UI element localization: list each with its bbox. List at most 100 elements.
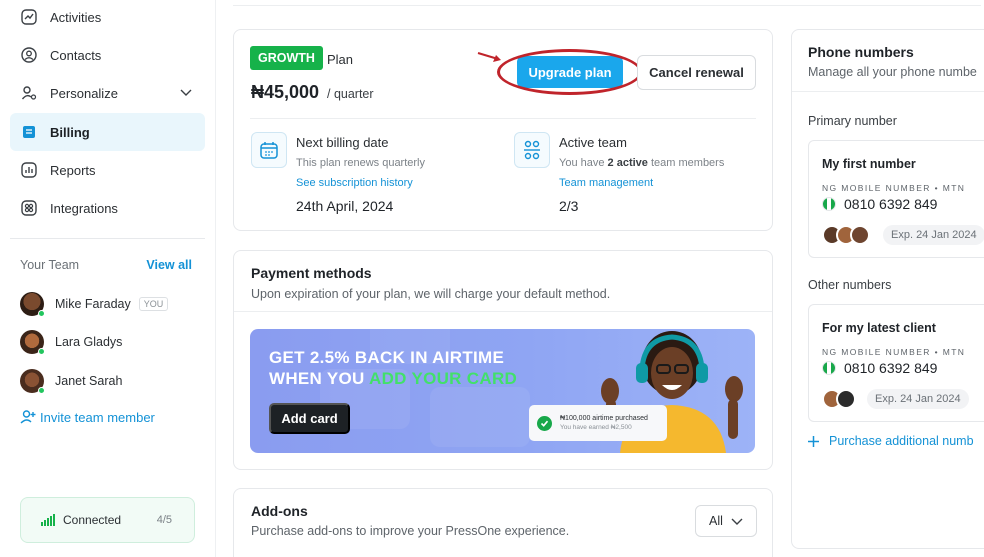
personalize-icon: [20, 84, 38, 102]
member-name: Janet Sarah: [55, 374, 123, 388]
plan-label: Plan: [327, 52, 354, 67]
signal-icon: [41, 514, 55, 526]
payment-subtitle: Upon expiration of your plan, we will ch…: [251, 287, 611, 301]
plan-price: ₦45,000: [251, 82, 320, 102]
active-team-sub: You have 2 active team members: [559, 157, 725, 169]
purchase-additional-number-link[interactable]: Purchase additional numb: [808, 434, 974, 448]
billing-icon: [20, 123, 38, 141]
number-name: For my latest client: [822, 321, 936, 335]
sidebar-item-integrations[interactable]: Integrations: [10, 189, 205, 227]
you-badge: YOU: [138, 297, 169, 311]
sidebar-item-label: Integrations: [50, 200, 118, 216]
nigeria-flag-icon: [822, 197, 836, 211]
active-team-count: 2/3: [559, 198, 579, 214]
team-network-icon: [514, 132, 550, 168]
number-users: [822, 389, 856, 409]
invite-team-member-link[interactable]: Invite team member: [20, 409, 155, 425]
sidebar: Activities Contacts Personalize Billing …: [0, 0, 216, 557]
chevron-down-icon[interactable]: [179, 85, 193, 102]
airtime-promo-banner: GET 2.5% BACK IN AIRTIME WHEN YOU ADD YO…: [250, 329, 755, 453]
airtime-toast: ₦100,000 airtime purchased You have earn…: [529, 405, 667, 441]
calendar-icon: [251, 132, 287, 168]
annotation-highlight-ellipse: [497, 49, 642, 95]
connection-label: Connected: [63, 513, 122, 527]
next-billing-date: 24th April, 2024: [296, 198, 394, 214]
sidebar-item-label: Activities: [50, 9, 102, 25]
phone-number: 0810 6392 849: [822, 360, 937, 376]
reports-icon: [20, 161, 38, 179]
sidebar-item-label: Personalize: [50, 85, 118, 101]
chevron-down-icon: [731, 515, 743, 527]
toast-text: ₦100,000 airtime purchased You have earn…: [560, 415, 648, 431]
invite-label: Invite team member: [40, 409, 155, 425]
integrations-icon: [20, 199, 38, 217]
plan-badge: GROWTH: [250, 46, 323, 70]
promo-headline: GET 2.5% BACK IN AIRTIME: [269, 348, 505, 367]
number-type: NG MOBILE NUMBER • MTN: [822, 183, 966, 193]
online-status-dot: [38, 387, 45, 394]
phone-numbers-subtitle: Manage all your phone numbe: [808, 65, 977, 79]
active-team-title: Active team: [559, 135, 627, 150]
primary-number-card[interactable]: My first number NG MOBILE NUMBER • MTN 0…: [808, 140, 984, 258]
number-users: [822, 225, 870, 245]
avatar: [20, 369, 45, 394]
promo-subheadline: WHEN YOU ADD YOUR CARD: [269, 369, 518, 388]
number-name: My first number: [822, 157, 916, 171]
sidebar-item-activities[interactable]: Activities: [10, 0, 205, 36]
phone-divider: [792, 91, 984, 92]
addons-title: Add-ons: [251, 503, 308, 519]
sidebar-divider: [10, 238, 205, 239]
other-numbers-label: Other numbers: [808, 278, 892, 292]
subscription-history-link[interactable]: See subscription history: [296, 177, 413, 189]
next-billing-sub: This plan renews quarterly: [296, 157, 426, 169]
sidebar-item-contacts[interactable]: Contacts: [10, 36, 205, 74]
nigeria-flag-icon: [822, 361, 836, 375]
other-number-card[interactable]: For my latest client NG MOBILE NUMBER • …: [808, 304, 984, 422]
payment-title: Payment methods: [251, 265, 372, 281]
add-card-button[interactable]: Add card: [269, 403, 350, 434]
sidebar-item-label: Billing: [50, 124, 90, 140]
sidebar-item-label: Contacts: [50, 47, 102, 63]
addons-filter-select[interactable]: All: [695, 505, 757, 537]
connection-count: 4/5: [156, 514, 172, 526]
plan-card: GROWTH Plan ₦45,000 / quarter Upgrade pl…: [233, 29, 773, 231]
team-title: Your Team: [20, 258, 80, 272]
team-member[interactable]: Lara Gladys: [20, 329, 122, 355]
purchase-label: Purchase additional numb: [829, 434, 974, 448]
sidebar-item-label: Reports: [50, 162, 96, 178]
avatar: [20, 330, 45, 355]
phone-numbers-card: Phone numbers Manage all your phone numb…: [791, 29, 984, 549]
add-user-icon: [20, 409, 36, 425]
connection-status[interactable]: Connected 4/5: [20, 497, 195, 543]
addons-card: Add-ons Purchase add-ons to improve your…: [233, 488, 773, 557]
number-type: NG MOBILE NUMBER • MTN: [822, 347, 966, 357]
cancel-renewal-button[interactable]: Cancel renewal: [637, 55, 756, 90]
team-header: Your Team View all: [20, 258, 192, 272]
online-status-dot: [38, 310, 45, 317]
sidebar-item-billing[interactable]: Billing: [10, 113, 205, 151]
next-billing-title: Next billing date: [296, 135, 389, 150]
payment-methods-card: Payment methods Upon expiration of your …: [233, 250, 773, 470]
plan-divider: [250, 118, 756, 119]
expiry-badge: Exp. 24 Jan 2024: [867, 389, 969, 409]
activity-icon: [20, 8, 38, 26]
plus-icon: [808, 435, 819, 447]
team-member[interactable]: Janet Sarah: [20, 368, 122, 394]
plan-period: / quarter: [327, 87, 374, 101]
expiry-badge: Exp. 24 Jan 2024: [883, 225, 984, 245]
addons-subtitle: Purchase add-ons to improve your PressOn…: [251, 524, 570, 538]
phone-numbers-title: Phone numbers: [808, 44, 914, 60]
team-management-link[interactable]: Team management: [559, 177, 653, 189]
avatar: [850, 225, 870, 245]
view-all-link[interactable]: View all: [146, 258, 192, 272]
avatar: [20, 292, 45, 317]
team-member[interactable]: Mike Faraday YOU: [20, 291, 169, 317]
sidebar-item-reports[interactable]: Reports: [10, 151, 205, 189]
filter-value: All: [709, 514, 723, 528]
member-name: Mike Faraday: [55, 297, 131, 311]
top-bar-edge: [233, 0, 981, 6]
member-name: Lara Gladys: [55, 335, 123, 349]
sidebar-item-personalize[interactable]: Personalize: [10, 74, 205, 112]
primary-number-label: Primary number: [808, 114, 897, 128]
payment-divider: [234, 311, 772, 312]
